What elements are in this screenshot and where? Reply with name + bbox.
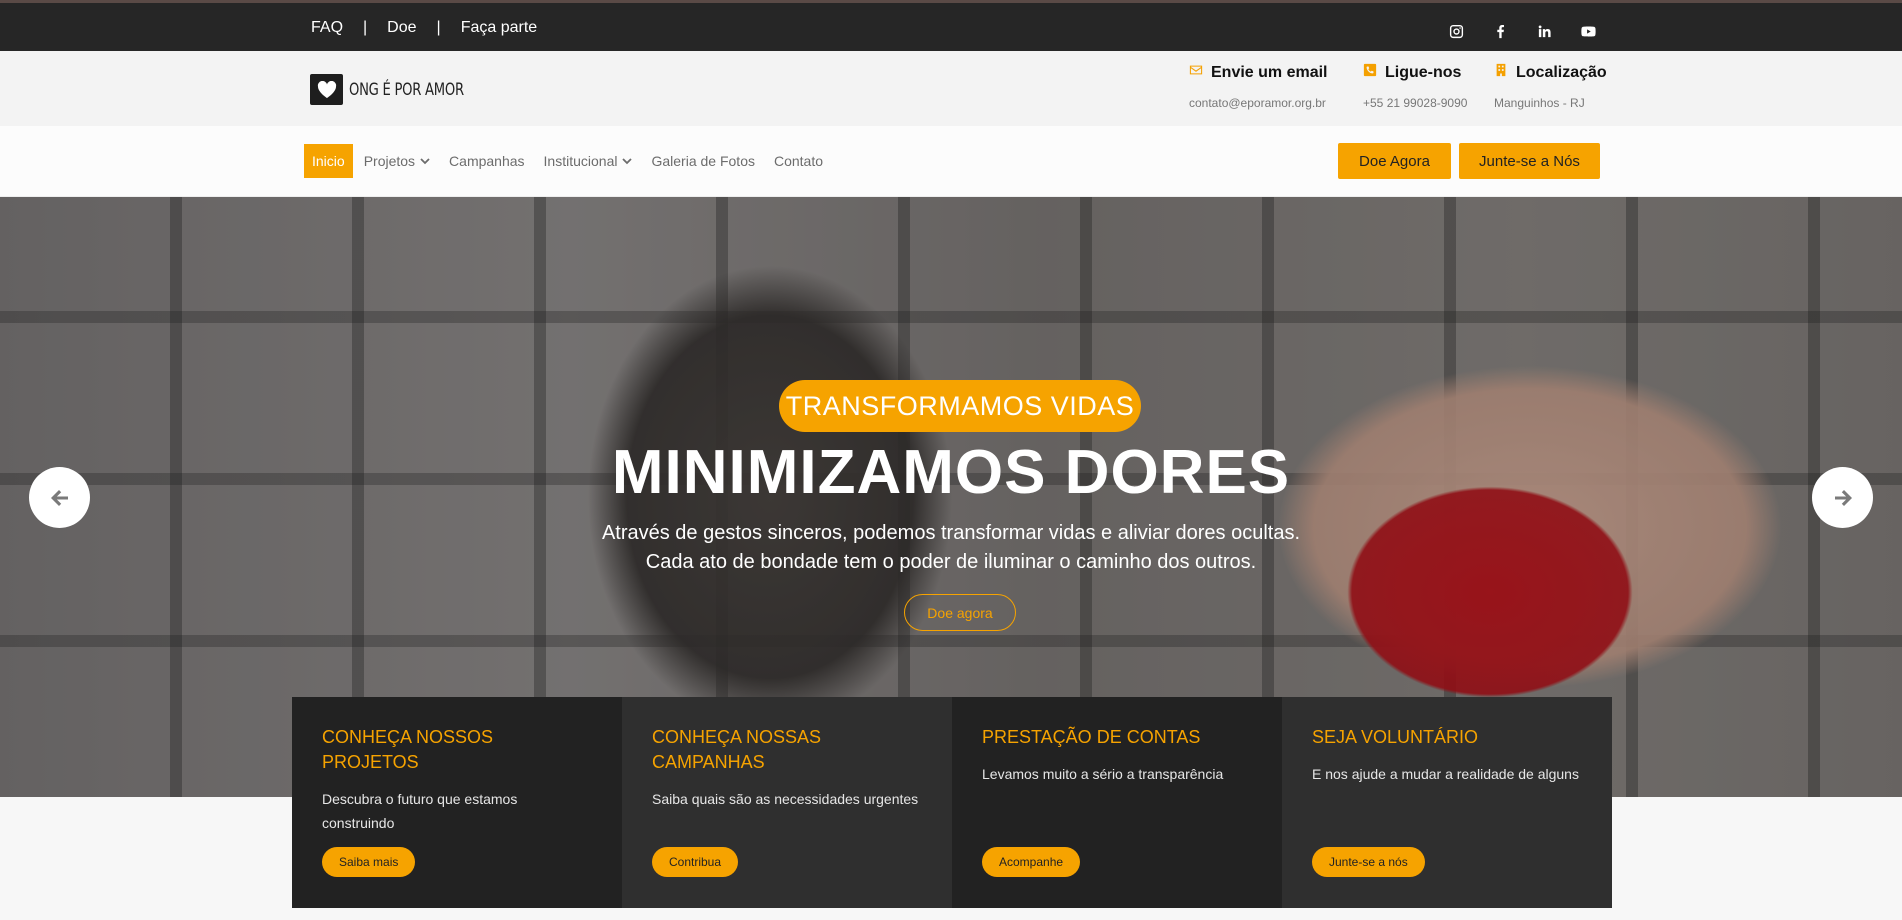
nav-item-contato[interactable]: Contato (766, 144, 831, 178)
nav-item-inicio[interactable]: Inicio (304, 144, 353, 178)
linkedin-icon[interactable] (1522, 20, 1566, 42)
site-header: ONG É POR AMOR Envie um email contato@ep… (0, 51, 1902, 126)
top-links: FAQ | Doe | Faça parte (311, 19, 537, 37)
learn-more-button[interactable]: Saiba mais (322, 847, 416, 877)
card-title: PRESTAÇÃO DE CONTAS (982, 727, 1201, 747)
card-projects: CONHEÇA NOSSOS PROJETOS Descubra o futur… (292, 697, 622, 908)
heart-icon (310, 74, 343, 105)
contact-email-title: Envie um email (1211, 63, 1328, 81)
card-campaigns: CONHEÇA NOSSAS CAMPANHAS Saiba quais são… (622, 697, 952, 908)
nav-menu: Inicio Projetos Campanhas Institucional … (304, 144, 834, 178)
slider-prev-button[interactable] (29, 467, 90, 528)
building-icon (1494, 63, 1508, 82)
join-button[interactable]: Junte-se a nós (1312, 847, 1425, 877)
hero-description-line: Cada ato de bondade tem o poder de ilumi… (645, 551, 1257, 573)
card-accountability: PRESTAÇÃO DE CONTAS Levamos muito a séri… (952, 697, 1282, 908)
phone-icon (1363, 63, 1377, 82)
main-nav: Inicio Projetos Campanhas Institucional … (0, 126, 1902, 197)
instagram-icon[interactable] (1434, 20, 1478, 42)
contact-phone-title: Ligue-nos (1385, 63, 1462, 81)
slider-next-button[interactable] (1812, 467, 1873, 528)
card-text: Levamos muito a sério a transparência (982, 766, 1224, 782)
contact-email-value[interactable]: contato@eporamor.org.br (1189, 96, 1328, 110)
card-volunteer: SEJA VOLUNTÁRIO E nos ajude a mudar a re… (1282, 697, 1612, 908)
card-title: CONHEÇA NOSSOS PROJETOS (322, 727, 494, 772)
arrow-left-icon (50, 489, 68, 506)
join-link[interactable]: Faça parte (461, 19, 537, 37)
facebook-icon[interactable] (1478, 20, 1522, 42)
envelope-icon (1189, 63, 1203, 82)
contact-phone: Ligue-nos +55 21 99028-9090 (1363, 63, 1467, 111)
chevron-down-icon (622, 158, 633, 165)
donate-now-button[interactable]: Doe Agora (1338, 143, 1451, 179)
logo[interactable]: ONG É POR AMOR (310, 74, 483, 105)
donate-link[interactable]: Doe (387, 19, 416, 37)
follow-button[interactable]: Acompanhe (982, 847, 1081, 877)
nav-item-projetos[interactable]: Projetos (356, 144, 438, 178)
contact-email: Envie um email contato@eporamor.org.br (1189, 63, 1328, 111)
separator: | (436, 19, 441, 36)
card-text: E nos ajude a mudar a realidade de algun… (1312, 766, 1579, 782)
nav-item-campanhas[interactable]: Campanhas (441, 144, 533, 178)
arrow-right-icon (1834, 489, 1852, 506)
contact-location: Localização Manguinhos - RJ (1494, 63, 1607, 111)
card-title: CONHEÇA NOSSAS CAMPANHAS (652, 727, 822, 772)
contribute-button[interactable]: Contribua (652, 847, 739, 877)
youtube-icon[interactable] (1566, 20, 1610, 42)
hero-title: MINIMIZAMOS DORES (611, 438, 1291, 507)
social-links (1434, 20, 1610, 42)
hero-donate-button[interactable]: Doe agora (904, 594, 1016, 631)
contact-location-title: Localização (1516, 63, 1607, 81)
card-text: Descubra o futuro que estamos construind… (322, 791, 518, 831)
hero-description: Através de gestos sinceros, podemos tran… (0, 519, 1902, 577)
faq-link[interactable]: FAQ (311, 19, 343, 37)
contact-location-value: Manguinhos - RJ (1494, 96, 1585, 110)
chevron-down-icon (420, 158, 430, 165)
card-text: Saiba quais são as necessidades urgentes (652, 791, 919, 807)
top-bar: FAQ | Doe | Faça parte (0, 0, 1902, 51)
join-us-button[interactable]: Junte-se a Nós (1459, 143, 1600, 179)
hero-description-line: Através de gestos sinceros, podemos tran… (601, 522, 1301, 544)
separator: | (363, 19, 368, 36)
hero-tagline: TRANSFORMAMOS VIDAS (779, 380, 1141, 432)
card-title: SEJA VOLUNTÁRIO (1312, 727, 1479, 747)
nav-item-institucional[interactable]: Institucional (536, 144, 641, 178)
logo-text: ONG É POR AMOR (349, 79, 464, 100)
feature-cards: CONHEÇA NOSSOS PROJETOS Descubra o futur… (292, 697, 1612, 908)
contact-phone-value[interactable]: +55 21 99028-9090 (1363, 96, 1467, 110)
nav-item-galeria[interactable]: Galeria de Fotos (643, 144, 763, 178)
